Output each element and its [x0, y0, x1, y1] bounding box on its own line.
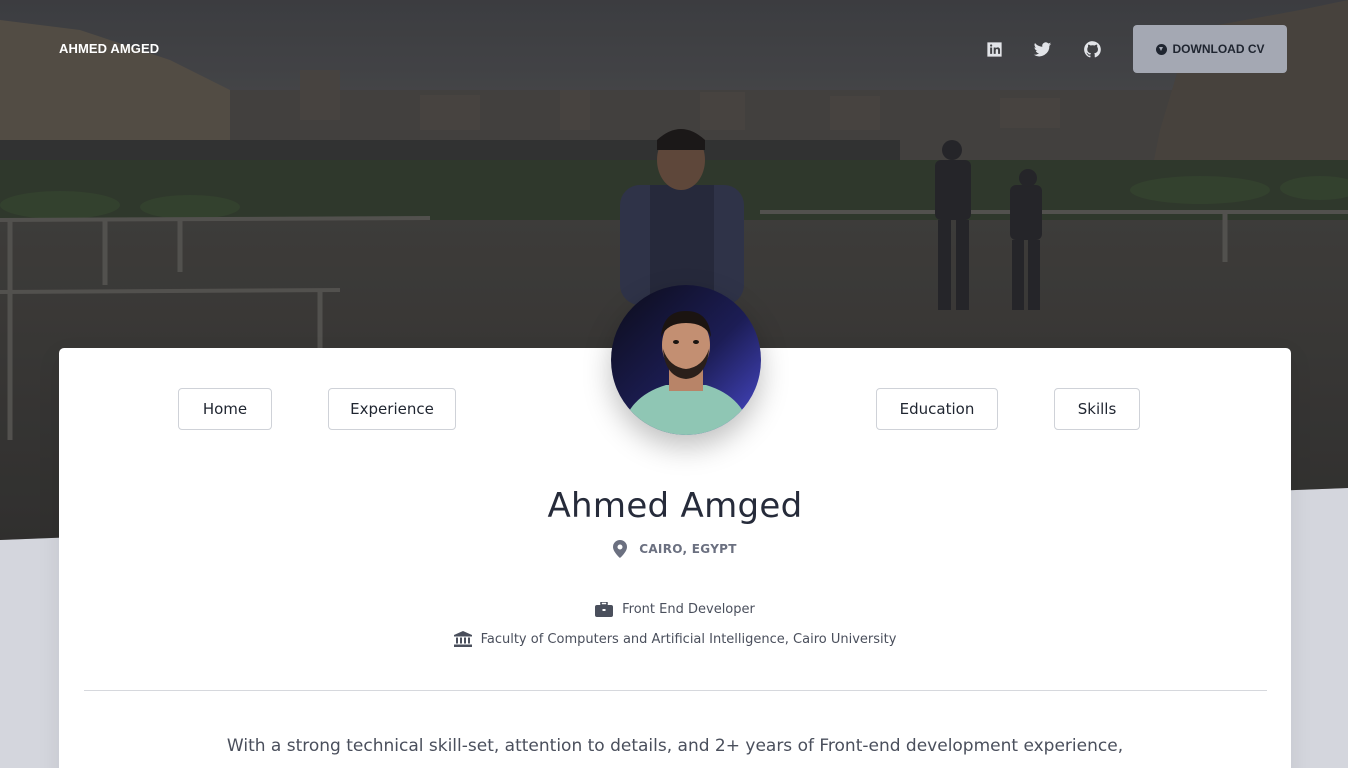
top-navbar: AHMED AMGED DOWNLOAD CV [0, 0, 1348, 98]
bio-text: With a strong technical skill-set, atten… [226, 736, 1124, 756]
linkedin-icon[interactable] [983, 38, 1005, 60]
nav-education-button[interactable]: Education [876, 388, 998, 430]
map-pin-icon [613, 540, 628, 558]
location-line: CAIRO, EGYPT [59, 540, 1291, 558]
location-text: CAIRO, EGYPT [639, 542, 737, 556]
download-cv-label: DOWNLOAD CV [1172, 42, 1265, 56]
brand-name[interactable]: AHMED AMGED [59, 41, 159, 56]
divider [84, 690, 1267, 691]
download-icon [1155, 43, 1167, 55]
profile-card: Home Experience Education Skills Ahmed A… [59, 285, 1291, 768]
university-icon [453, 631, 472, 647]
twitter-icon[interactable] [1031, 38, 1053, 60]
institution-text: Faculty of Computers and Artificial Inte… [480, 631, 897, 647]
institution-line: Faculty of Computers and Artificial Inte… [59, 631, 1291, 647]
nav-experience-button[interactable]: Experience [328, 388, 456, 430]
profile-avatar [611, 285, 761, 435]
role-text: Front End Developer [622, 602, 755, 617]
profile-name: Ahmed Amged [547, 486, 803, 526]
nav-home-button[interactable]: Home [178, 388, 272, 430]
download-cv-button[interactable]: DOWNLOAD CV [1133, 25, 1287, 73]
role-line: Front End Developer [59, 602, 1291, 617]
nav-skills-button[interactable]: Skills [1054, 388, 1140, 430]
github-icon[interactable] [1081, 38, 1103, 60]
briefcase-icon [595, 602, 614, 617]
